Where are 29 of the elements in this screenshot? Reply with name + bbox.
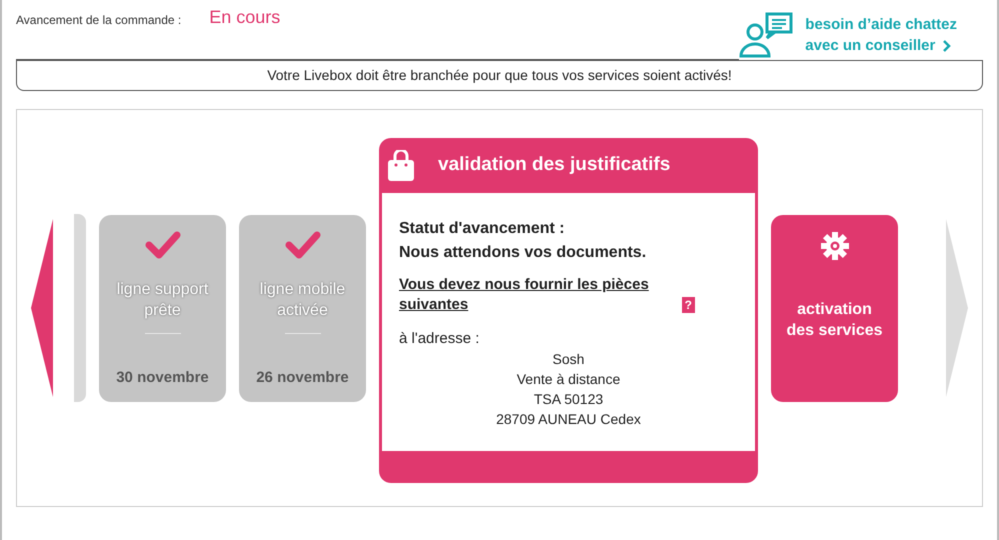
address-line: 28709 AUNEAU Cedex bbox=[495, 410, 642, 429]
shopping-bag-icon bbox=[386, 150, 416, 182]
gear-icon bbox=[820, 230, 850, 260]
documents-link[interactable]: Vous devez nous fournir les pièces suivantes bbox=[399, 275, 678, 315]
status-text: Nous attendons vos documents. bbox=[399, 243, 648, 263]
step-title: ligne mobile activée bbox=[258, 280, 346, 320]
step-title: validation des justificatifs bbox=[438, 153, 670, 178]
step-card[interactable]: activation des services bbox=[771, 214, 898, 402]
checkmark-icon bbox=[284, 230, 320, 258]
help-badge[interactable]: ? bbox=[682, 297, 695, 313]
step-card[interactable]: ligne mobile activée 26 novembre bbox=[239, 214, 366, 402]
step-title: ligne support prête bbox=[116, 280, 210, 320]
address-line: TSA 50123 bbox=[532, 390, 604, 409]
step-date: 30 novembre bbox=[116, 368, 209, 388]
step-card[interactable]: ligne support prête 30 novembre bbox=[99, 214, 226, 402]
chat-advisor-icon bbox=[737, 12, 794, 58]
progress-status: En cours bbox=[209, 6, 280, 29]
address-line: Vente à distance bbox=[516, 370, 622, 389]
chat-help-link[interactable]: besoin d’aide chattez avec un conseiller bbox=[737, 0, 983, 60]
address-line: Sosh bbox=[552, 350, 586, 369]
chevron-right-icon bbox=[943, 40, 952, 52]
notice-banner: Votre Livebox doit être branchée pour que tous vos services soient activés! bbox=[16, 60, 983, 91]
step-date: 26 novembre bbox=[256, 368, 349, 388]
checkmark-icon bbox=[144, 230, 180, 258]
progress-label: Avancement de la commande : bbox=[16, 12, 182, 29]
address-label: à l'adresse : bbox=[399, 329, 480, 349]
previous-arrow[interactable] bbox=[31, 219, 53, 397]
step-title: activation des services bbox=[785, 300, 884, 340]
status-label: Statut d'avancement : bbox=[399, 219, 566, 239]
